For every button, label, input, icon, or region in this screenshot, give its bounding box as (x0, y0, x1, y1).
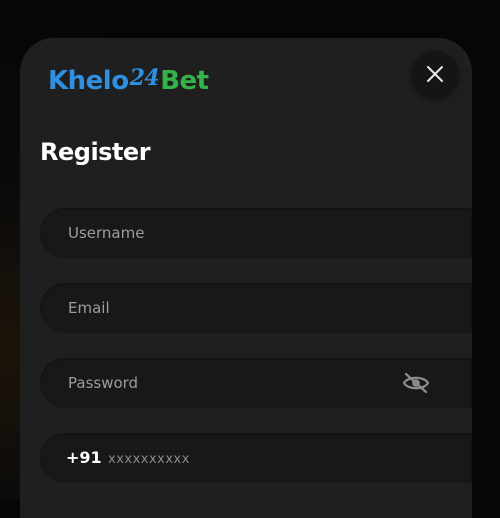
close-icon (427, 66, 443, 82)
password-placeholder: Password (68, 374, 139, 392)
username-placeholder: Username (68, 224, 145, 242)
brand-logo: Khelo24Bet (48, 63, 209, 99)
logo-text-bet: Bet (160, 66, 209, 96)
email-placeholder: Email (68, 299, 110, 317)
close-button[interactable] (412, 51, 458, 97)
logo-text-24: 24 (129, 65, 160, 91)
country-code[interactable]: +91 (66, 433, 102, 483)
page-title: Register (40, 138, 151, 166)
logo-text-khelo: Khelo (48, 66, 129, 96)
phone-field[interactable]: +91 xxxxxxxxxx (40, 433, 472, 483)
register-modal: Khelo24Bet Register Username Email Passw… (20, 38, 472, 518)
password-field[interactable]: Password (40, 358, 472, 408)
eye-off-icon[interactable] (402, 372, 430, 394)
email-field[interactable]: Email (40, 283, 472, 333)
username-field[interactable]: Username (40, 208, 472, 258)
phone-placeholder: xxxxxxxxxx (108, 452, 190, 467)
